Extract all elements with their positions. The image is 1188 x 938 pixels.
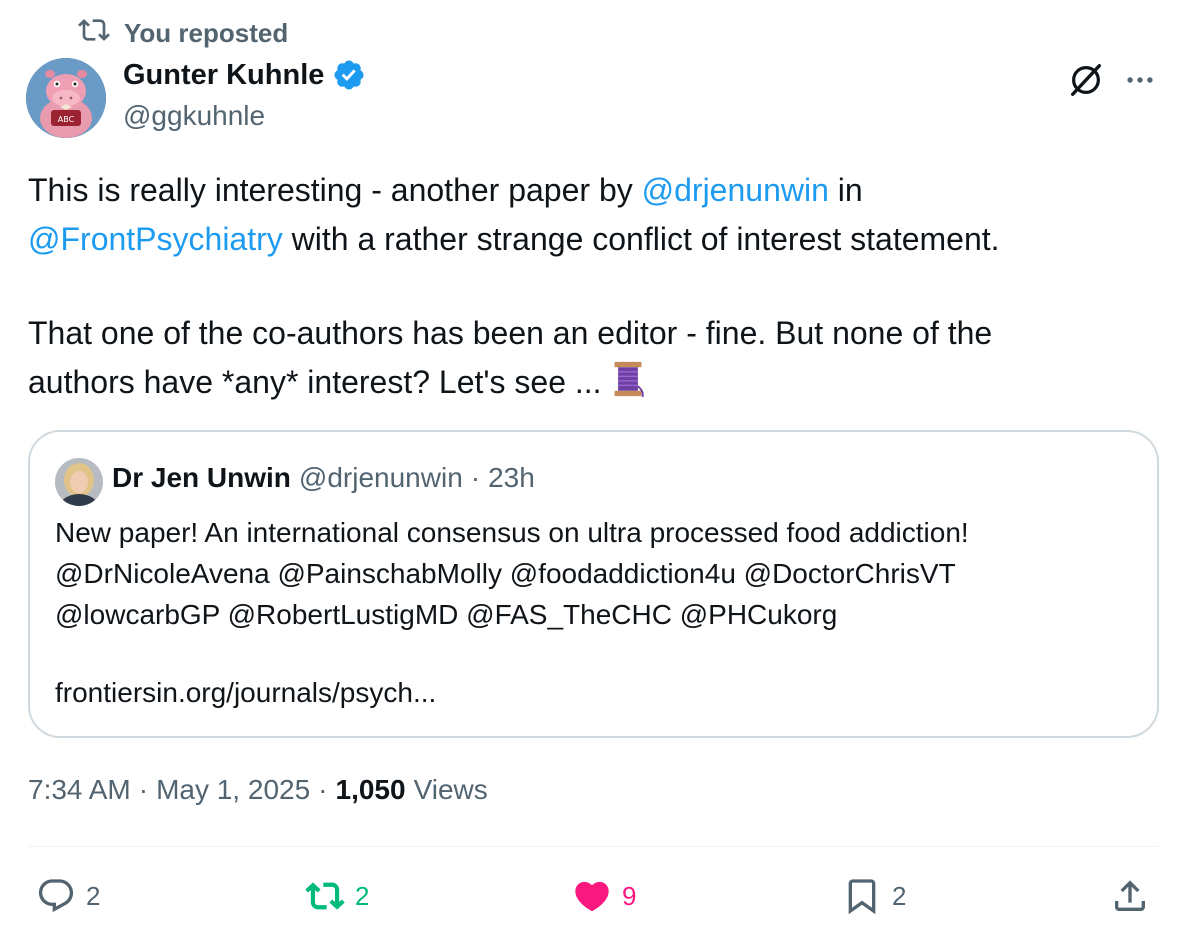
tweet-text-segment: This is really interesting - another pap…	[28, 172, 642, 208]
grok-icon	[1070, 64, 1102, 96]
hippo-avatar: ABC	[26, 58, 106, 138]
verified-badge-icon[interactable]	[332, 58, 366, 92]
quoted-text: New paper! An international consensus on…	[55, 512, 1135, 713]
grok-button[interactable]	[1066, 60, 1106, 100]
heart-filled-icon	[572, 876, 612, 916]
author-avatar[interactable]: ABC	[26, 58, 106, 138]
tweet-text-segment: with a rather strange conflict of intere…	[282, 221, 1000, 257]
divider	[28, 846, 1159, 847]
quoted-tweet-card[interactable]: Dr Jen Unwin @drjenunwin · 23h New paper…	[28, 430, 1159, 738]
tweet-line-3: That one of the co-authors has been an e…	[28, 315, 993, 351]
tweet-meta: 7:34 AM · May 1, 2025 · 1,050 Views	[28, 774, 488, 806]
bookmark-icon	[842, 876, 882, 916]
tweet-date[interactable]: May 1, 2025	[156, 774, 310, 806]
quoted-handle[interactable]: @drjenunwin	[299, 462, 463, 494]
bookmark-button[interactable]: 2	[842, 874, 906, 918]
tweet-time[interactable]: 7:34 AM	[28, 774, 131, 806]
mention-link[interactable]: @FrontPsychiatry	[28, 221, 283, 257]
views-label: Views	[413, 774, 488, 805]
reply-count: 2	[86, 880, 101, 911]
like-count: 9	[622, 880, 637, 911]
author-name-row[interactable]: Gunter Kuhnle	[123, 58, 366, 92]
bookmark-count: 2	[892, 880, 907, 911]
author-display-name[interactable]: Gunter Kuhnle	[123, 59, 324, 92]
quoted-line-2: @DrNicoleAvena @PainschabMolly @foodaddi…	[55, 558, 956, 589]
more-dots-icon	[1127, 77, 1153, 83]
tweet-text-segment: in	[828, 172, 863, 208]
reply-button[interactable]: 2	[36, 874, 100, 918]
meta-separator: ·	[318, 774, 328, 805]
tweet-line-1: This is really interesting - another pap…	[28, 166, 1158, 215]
tweet-line-4: authors have *any* interest? Let's see .…	[28, 358, 1158, 413]
repost-button[interactable]: 2	[305, 874, 369, 918]
quoted-link[interactable]: frontiersin.org/journals/psych...	[55, 672, 1135, 713]
quoted-author-avatar[interactable]	[55, 458, 103, 506]
more-options-button[interactable]	[1120, 60, 1160, 100]
quoted-separator: ·	[470, 462, 481, 493]
tweet-line-2: @FrontPsychiatry with a rather strange c…	[28, 215, 1158, 264]
repost-active-icon	[305, 876, 345, 916]
reply-icon	[36, 876, 76, 916]
share-icon	[1110, 876, 1150, 916]
share-button[interactable]	[1110, 874, 1150, 918]
like-button[interactable]: 9	[572, 874, 636, 918]
person-photo-avatar	[55, 458, 103, 506]
quoted-display-name[interactable]: Dr Jen Unwin	[112, 462, 291, 494]
quoted-line-1: New paper! An international consensus on…	[55, 517, 969, 548]
repost-context[interactable]: You reposted	[78, 16, 288, 50]
tweet-detail: You reposted ABC Gunter Kuhnle @ggkuhnle…	[0, 0, 1188, 938]
repost-icon	[78, 14, 110, 53]
repost-label: You reposted	[124, 17, 289, 48]
quoted-header: Dr Jen Unwin @drjenunwin · 23h	[112, 462, 535, 494]
paragraph-break	[55, 635, 1135, 672]
paragraph-break	[28, 264, 1158, 309]
mention-link[interactable]: @drjenunwin	[642, 172, 829, 208]
repost-count: 2	[355, 880, 370, 911]
spool-of-thread-emoji	[610, 359, 646, 413]
quoted-line-3: @lowcarbGP @RobertLustigMD @FAS_TheCHC @…	[55, 599, 838, 630]
author-handle[interactable]: @ggkuhnle	[123, 100, 265, 132]
meta-separator: ·	[138, 774, 149, 805]
svg-text:ABC: ABC	[58, 115, 75, 124]
quoted-timestamp[interactable]: 23h	[488, 462, 535, 494]
tweet-text-segment: authors have *any* interest? Let's see .…	[28, 364, 611, 400]
tweet-text: This is really interesting - another pap…	[28, 166, 1158, 413]
views-count: 1,050	[335, 774, 406, 805]
